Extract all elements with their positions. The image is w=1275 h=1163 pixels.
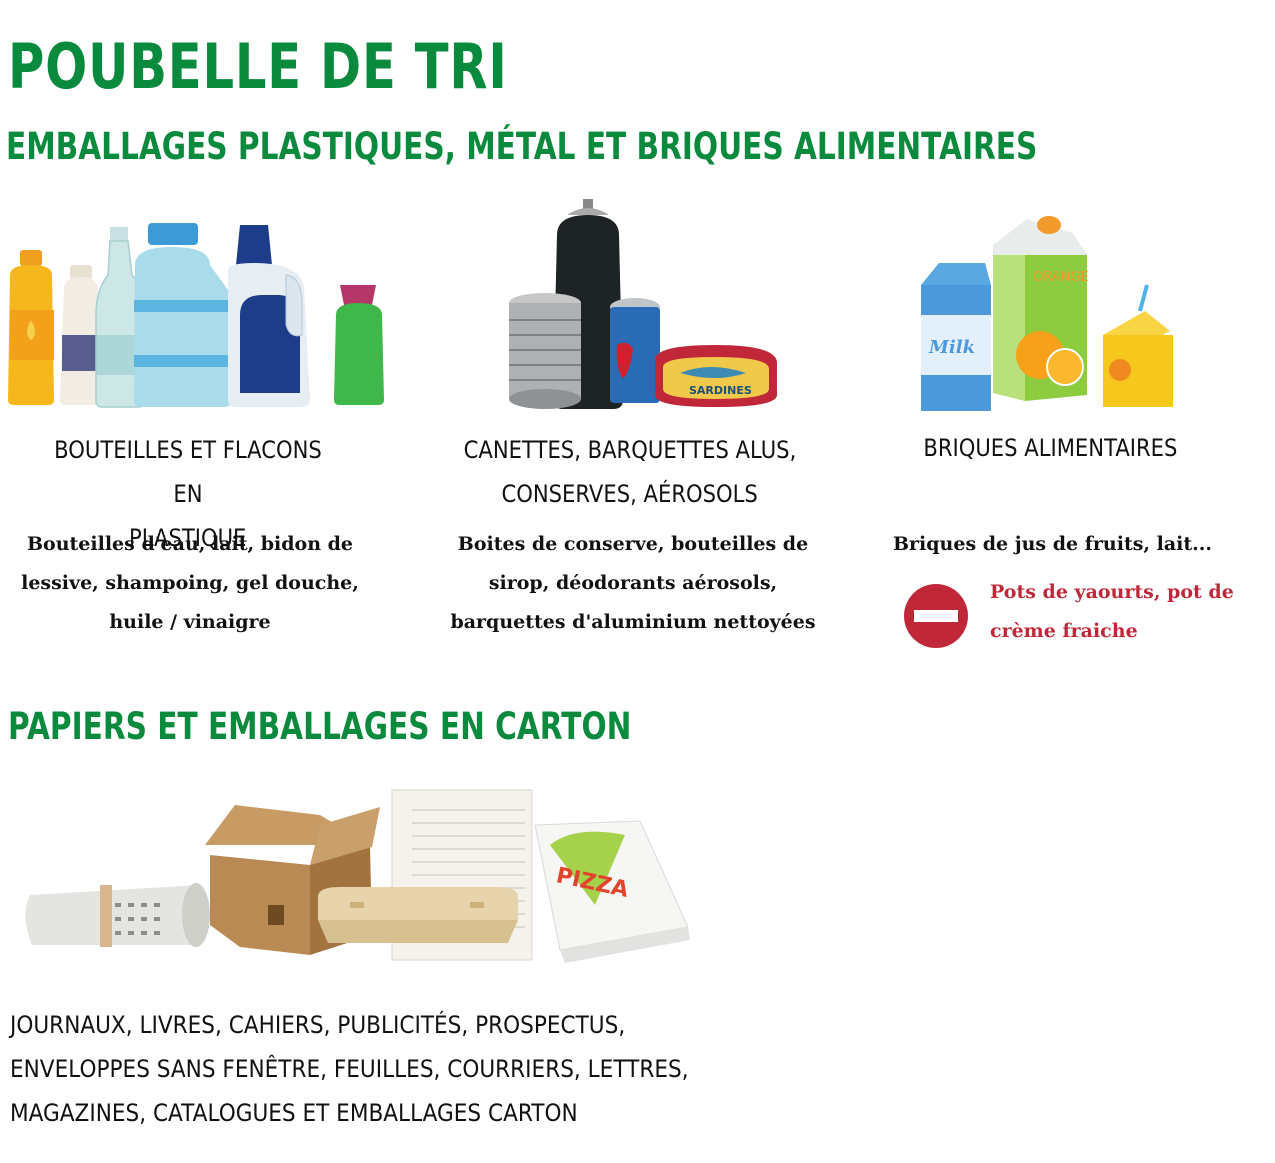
section-title-paper: PAPIERS ET EMBALLAGES EN CARTON xyxy=(8,705,632,748)
warning-line: Pots de yaourts, pot de xyxy=(990,581,1234,603)
no-entry-icon xyxy=(904,584,968,648)
category-desc-line: barquettes d'aluminium nettoyées xyxy=(450,611,816,633)
category-desc-line: sirop, déodorants aérosols, xyxy=(488,572,778,594)
paper-description-line: MAGAZINES, CATALOGUES ET EMBALLAGES CART… xyxy=(10,1099,578,1127)
category-desc-line: Briques de jus de fruits, lait... xyxy=(892,533,1213,555)
category-title-cartons: BRIQUES ALIMENTAIRES xyxy=(880,426,1220,470)
category-title-line: CANETTES, BARQUETTES ALUS, xyxy=(463,436,797,464)
category-desc-line: Bouteilles d'eau, lait, bidon de xyxy=(26,533,354,555)
metal-cans-illustration: SARDINES xyxy=(509,199,777,409)
category-title-line: BRIQUES ALIMENTAIRES xyxy=(922,434,1178,462)
category-desc-metal: Boites de conserve, bouteilles de sirop,… xyxy=(438,525,828,642)
warning-text: Pots de yaourts, pot de crème fraiche xyxy=(990,573,1260,651)
page-title: POUBELLE DE TRI xyxy=(8,30,508,103)
category-desc-line: huile / vinaigre xyxy=(109,611,271,633)
paper-description-line: ENVELOPPES SANS FENÊTRE, FEUILLES, COURR… xyxy=(10,1055,689,1083)
category-desc-cartons: Briques de jus de fruits, lait... xyxy=(880,525,1225,564)
paper-cardboard-illustration: PIZZA xyxy=(25,789,690,963)
category-desc-plastic: Bouteilles d'eau, lait, bidon de lessive… xyxy=(0,525,380,642)
plastic-bottles-illustration xyxy=(8,223,384,408)
section-title-plastics: EMBALLAGES PLASTIQUES, MÉTAL ET BRIQUES … xyxy=(6,125,1038,168)
category-desc-line: lessive, shampoing, gel douche, xyxy=(21,572,359,594)
sardines-label: SARDINES xyxy=(689,384,752,397)
food-cartons-illustration: Milk ORANGE xyxy=(921,216,1173,411)
category-title-line: CONSERVES, AÉROSOLS xyxy=(501,480,759,508)
category-desc-line: Boites de conserve, bouteilles de xyxy=(457,533,809,555)
milk-label: Milk xyxy=(928,337,975,358)
category-title-line: BOUTEILLES ET FLACONS EN xyxy=(54,436,322,508)
warning-line: crème fraiche xyxy=(990,620,1138,642)
paper-description-line: JOURNAUX, LIVRES, CAHIERS, PUBLICITÉS, P… xyxy=(10,1011,626,1039)
category-title-metal: CANETTES, BARQUETTES ALUS, CONSERVES, AÉ… xyxy=(440,428,820,516)
orange-label: ORANGE xyxy=(1033,270,1089,285)
paper-description: JOURNAUX, LIVRES, CAHIERS, PUBLICITÉS, P… xyxy=(10,1003,770,1135)
